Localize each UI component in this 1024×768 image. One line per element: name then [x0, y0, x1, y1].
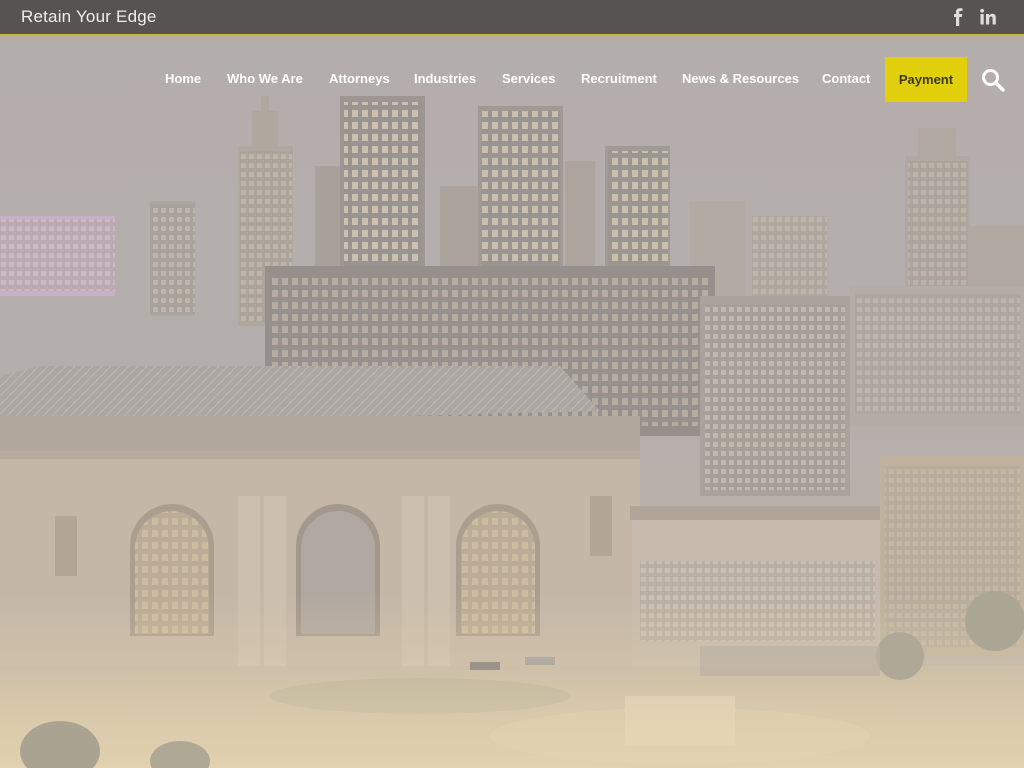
facebook-icon [954, 8, 963, 26]
city-skyline-image [0, 36, 1024, 768]
page: Retain Your Edge Home Who We Are Attorne… [0, 0, 1024, 768]
nav-item-industries[interactable]: Industries [414, 71, 476, 86]
nav-item-news-resources[interactable]: News & Resources [682, 71, 799, 86]
tagline: Retain Your Edge [21, 7, 157, 26]
nav-item-home[interactable]: Home [165, 71, 201, 86]
main-nav: Home Who We Are Attorneys Industries Ser… [0, 57, 1024, 102]
linkedin-icon [980, 8, 996, 25]
search-button[interactable] [980, 67, 1006, 93]
nav-item-attorneys[interactable]: Attorneys [329, 71, 390, 86]
nav-item-recruitment[interactable]: Recruitment [581, 71, 657, 86]
linkedin-link[interactable] [977, 6, 999, 28]
payment-button-label: Payment [898, 72, 954, 87]
hero-background [0, 36, 1024, 768]
payment-button[interactable]: Payment [885, 57, 967, 102]
nav-item-contact[interactable]: Contact [822, 71, 870, 86]
nav-item-who-we-are[interactable]: Who We Are [227, 71, 303, 86]
top-bar: Retain Your Edge [0, 0, 1024, 36]
nav-item-services[interactable]: Services [502, 71, 556, 86]
facebook-link[interactable] [947, 6, 969, 28]
search-icon [982, 69, 1005, 92]
